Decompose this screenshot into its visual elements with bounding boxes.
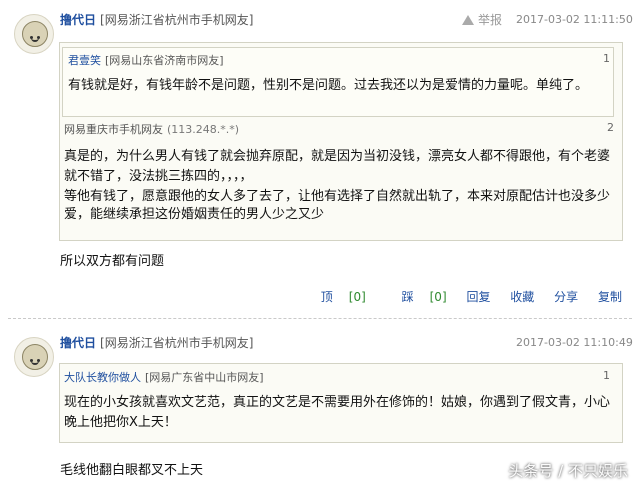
- report-icon: [462, 15, 474, 25]
- copy-button[interactable]: 复制: [598, 290, 622, 304]
- user-location: [网易浙江省杭州市手机网友]: [100, 13, 254, 27]
- user-avatar[interactable]: [14, 14, 54, 54]
- downvote-button[interactable]: 踩 [0]: [386, 290, 447, 304]
- quote-username-link[interactable]: 大队长教你做人: [64, 371, 141, 384]
- comment-header: 撸代日 [网易浙江省杭州市手机网友]: [60, 11, 253, 29]
- quote-text-line: 晚上他把你X上天！: [64, 415, 177, 430]
- username-link[interactable]: 撸代日: [60, 13, 96, 27]
- comment-header: 撸代日 [网易浙江省杭州市手机网友]: [60, 334, 253, 352]
- report-button[interactable]: 举报: [462, 11, 502, 30]
- collect-button[interactable]: 收藏: [510, 290, 534, 304]
- quote-text-line: 爱，能继续承担这份婚姻责任的男人少之又少: [64, 207, 325, 222]
- comment-timestamp: 2017-03-02 11:10:49: [516, 336, 633, 349]
- quote-text: 有钱就是好，有钱年龄不是问题，性别不是问题。过去我还以为是爱情的力量呢。单纯了。: [68, 78, 589, 93]
- comment-body: 毛线他翻白眼都叉不上天: [60, 463, 204, 478]
- user-location: [网易浙江省杭州市手机网友]: [100, 336, 254, 350]
- username-link[interactable]: 撸代日: [60, 336, 96, 350]
- comment-body: 所以双方都有问题: [60, 254, 165, 269]
- quote-text-line: 真是的，为什么男人有钱了就会抛弃原配，就是因为当初没钱，漂亮女人都不得跟他，有个…: [64, 149, 611, 164]
- quote-header: 君壹笑 [网易山东省济南市网友]: [68, 54, 224, 67]
- share-button[interactable]: 分享: [554, 290, 578, 304]
- quote-header: 网易重庆市手机网友 (113.248.*.*): [64, 123, 240, 136]
- quote-username-link[interactable]: 君壹笑: [68, 54, 101, 67]
- comment-divider: [8, 318, 632, 319]
- quote-header: 大队长教你做人 [网易广东省中山市网友]: [64, 371, 264, 384]
- quote-text-line: 等他有钱了，愿意跟他的女人多了去了，让他有选择了自然就出轨了，本来对原配估计也没…: [64, 189, 611, 204]
- floor-number: 2: [607, 121, 614, 134]
- comment-1: 撸代日 [网易浙江省杭州市手机网友] 举报 2017-03-02 11:11:50…: [0, 0, 640, 312]
- upvote-button[interactable]: 顶 [0]: [305, 290, 366, 304]
- watermark: 头条号 / 不只娱乐: [508, 462, 628, 480]
- comment-actions: 顶 [0] 踩 [0] 回复 收藏 分享 复制: [289, 288, 622, 305]
- quote-text-line: 就不错了，没法挑三拣四的，，，，: [64, 169, 253, 184]
- floor-number: 1: [603, 52, 610, 65]
- quote-text-line: 现在的小女孩就喜欢文艺范，真正的文艺是不需要用外在修饰的！姑娘，你遇到了假文青，…: [64, 395, 611, 410]
- reply-button[interactable]: 回复: [466, 290, 490, 304]
- floor-number: 1: [603, 369, 610, 382]
- user-avatar[interactable]: [14, 337, 54, 377]
- comment-timestamp: 2017-03-02 11:11:50: [516, 13, 633, 26]
